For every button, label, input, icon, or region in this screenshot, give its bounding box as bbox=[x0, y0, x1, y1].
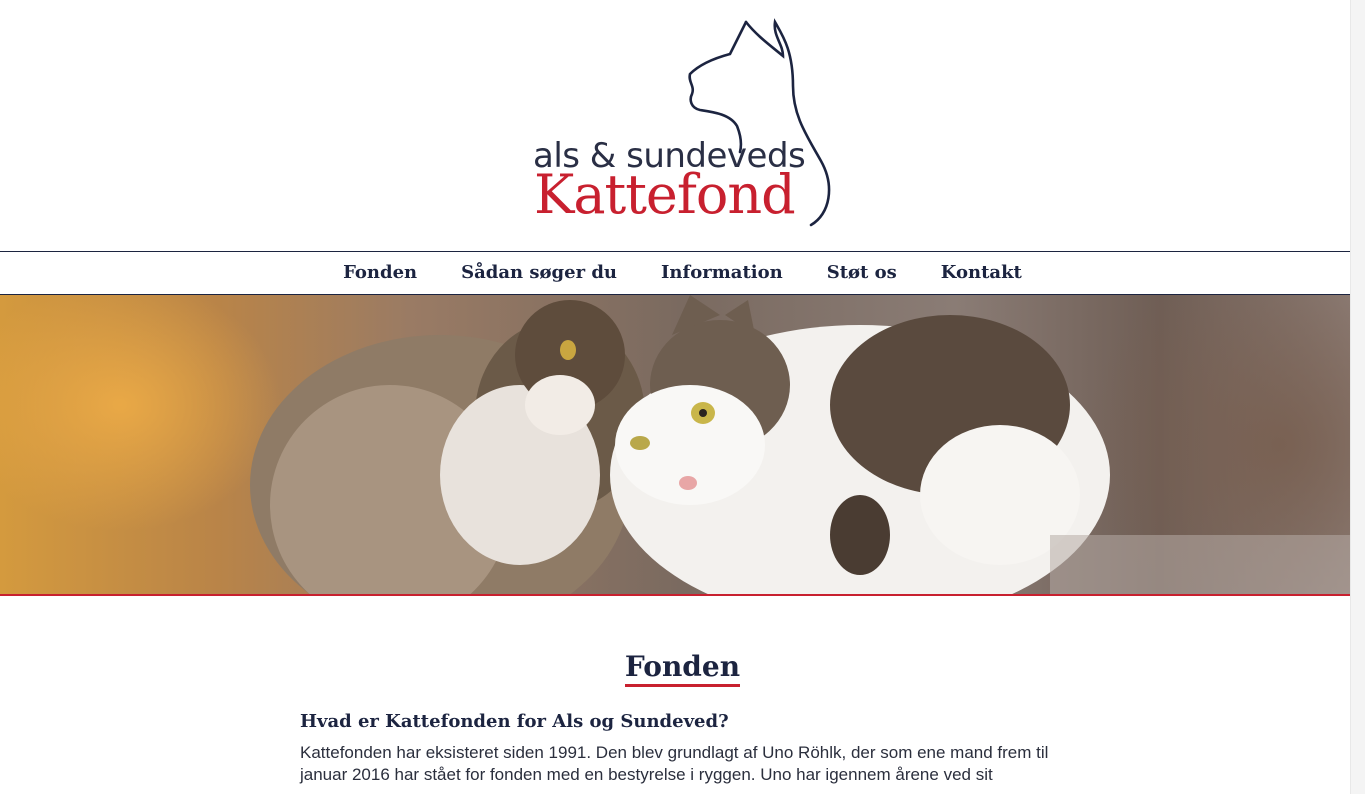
section-heading: Hvad er Kattefonden for Als og Sundeved? bbox=[300, 711, 729, 732]
nav-item-stoet-os[interactable]: Støt os bbox=[805, 252, 919, 294]
main-navigation: Fonden Sådan søger du Information Støt o… bbox=[0, 251, 1365, 295]
hero-image bbox=[0, 295, 1365, 595]
scrollbar[interactable] bbox=[1350, 0, 1365, 794]
nav-item-fonden[interactable]: Fonden bbox=[321, 252, 439, 294]
hero-divider bbox=[0, 594, 1365, 596]
site-logo[interactable]: als & sundeveds Kattefond bbox=[525, 16, 845, 236]
two-cats-photo bbox=[250, 295, 1365, 595]
nav-item-saadan-soeger-du[interactable]: Sådan søger du bbox=[439, 252, 639, 294]
page-title-text: Fonden bbox=[624, 650, 741, 687]
site-header: als & sundeveds Kattefond bbox=[0, 0, 1365, 251]
page-title: Fonden bbox=[300, 650, 1065, 687]
nav-item-information[interactable]: Information bbox=[639, 252, 805, 294]
nav-item-kontakt[interactable]: Kontakt bbox=[919, 252, 1044, 294]
main-content: Fonden Hvad er Kattefonden for Als og Su… bbox=[300, 650, 1065, 786]
logo-name: Kattefond bbox=[534, 163, 796, 226]
intro-paragraph: Kattefonden har eksisteret siden 1991. D… bbox=[300, 743, 1049, 784]
